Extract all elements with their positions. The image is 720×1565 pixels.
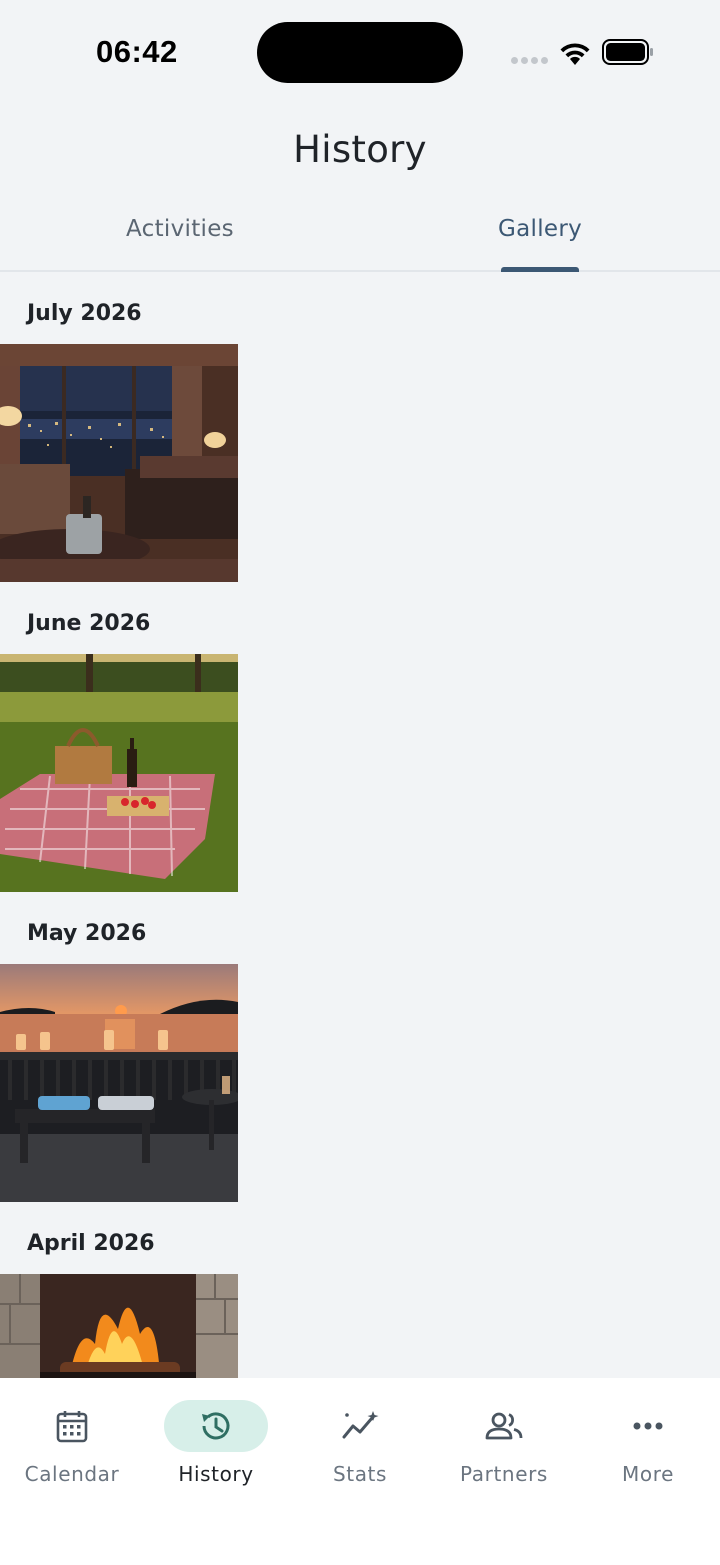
photo-lake-deck[interactable] <box>0 964 238 1202</box>
photo-fireplace[interactable] <box>0 1274 238 1378</box>
stats-icon <box>342 1411 379 1439</box>
page-title: History <box>293 128 427 171</box>
nav-calendar[interactable]: Calendar <box>0 1400 144 1486</box>
wifi-icon <box>560 43 590 65</box>
nav-label-more: More <box>622 1462 674 1486</box>
nav-history[interactable]: History <box>144 1400 288 1486</box>
cellular-signal-icon <box>511 57 548 64</box>
nav-label-history: History <box>178 1462 254 1486</box>
tab-activities[interactable]: Activities <box>80 216 280 242</box>
nav-partners[interactable]: Partners <box>432 1400 576 1486</box>
status-time: 06:42 <box>96 34 178 69</box>
active-tab-indicator <box>501 267 579 272</box>
month-label-may: May 2026 <box>27 921 147 946</box>
month-label-july: July 2026 <box>27 301 142 326</box>
tab-gallery[interactable]: Gallery <box>440 216 640 242</box>
nav-label-partners: Partners <box>460 1462 548 1486</box>
month-label-june: June 2026 <box>27 611 151 636</box>
history-icon <box>202 1412 230 1440</box>
bottom-nav: Calendar History Stats Partners More <box>0 1378 720 1565</box>
partners-icon <box>485 1412 523 1440</box>
more-icon <box>633 1422 663 1430</box>
nav-stats[interactable]: Stats <box>288 1400 432 1486</box>
gallery-list[interactable]: July 2026 June 2026 May 2026 April 2026 <box>0 274 720 1378</box>
dynamic-island <box>257 22 463 83</box>
tab-bar: Activities Gallery <box>0 196 720 272</box>
month-label-april: April 2026 <box>27 1231 155 1256</box>
battery-icon <box>602 39 653 65</box>
nav-more[interactable]: More <box>576 1400 720 1486</box>
nav-label-stats: Stats <box>332 1462 388 1486</box>
calendar-icon <box>56 1411 88 1443</box>
nav-label-calendar: Calendar <box>24 1462 120 1486</box>
photo-hotel-room[interactable] <box>0 344 238 582</box>
photo-park-picnic[interactable] <box>0 654 238 892</box>
status-bar: 06:42 <box>0 0 720 110</box>
